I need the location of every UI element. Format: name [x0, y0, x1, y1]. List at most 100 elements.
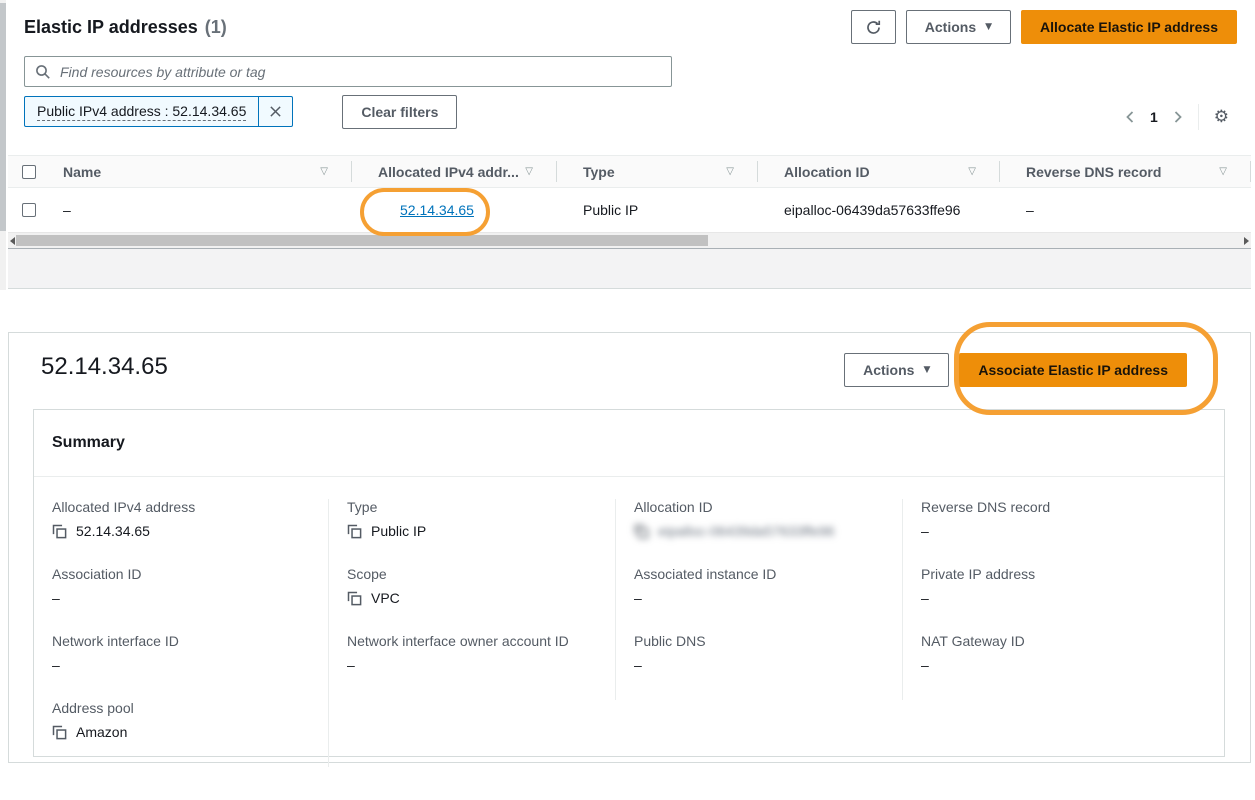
next-page-button[interactable]	[1173, 110, 1183, 124]
detail-title: 52.14.34.65	[41, 353, 168, 381]
detail-header-actions: Actions ▼ Associate Elastic IP address	[844, 353, 1187, 387]
field-label: Allocation ID	[634, 499, 894, 515]
copy-icon[interactable]	[347, 591, 362, 606]
field-value: –	[52, 590, 60, 606]
summary-column-3: Allocation ID eipalloc-06439da57633ffe96…	[616, 499, 903, 700]
search-input[interactable]: Find resources by attribute or tag	[24, 56, 672, 87]
copy-icon[interactable]	[347, 524, 362, 539]
actions-button[interactable]: Actions ▼	[906, 10, 1011, 44]
field-nat-gateway-id: NAT Gateway ID –	[921, 633, 1216, 674]
field-value: VPC	[371, 590, 400, 606]
pagination: 1 ⚙	[1125, 102, 1229, 132]
field-allocated-ipv4: Allocated IPv4 address 52.14.34.65	[52, 499, 320, 540]
summary-heading: Summary	[34, 410, 1224, 477]
chevron-down-icon: ▼	[923, 366, 930, 375]
refresh-button[interactable]	[851, 10, 896, 44]
field-network-interface-id: Network interface ID –	[52, 633, 320, 674]
field-value: –	[921, 523, 929, 539]
chevron-down-icon: ▼	[985, 23, 992, 32]
field-value: –	[52, 657, 60, 673]
previous-page-button[interactable]	[1125, 110, 1135, 124]
filter-row: Public IPv4 address : 52.14.34.65 Clear …	[24, 96, 457, 127]
field-value: –	[347, 657, 355, 673]
column-header-type-label: Type	[583, 164, 615, 180]
column-header-allocation-id[interactable]: Allocation ID ▽	[758, 156, 1000, 187]
associate-elastic-ip-button[interactable]: Associate Elastic IP address	[959, 353, 1187, 387]
filter-token-label: Public IPv4 address : 52.14.34.65	[25, 97, 258, 126]
elastic-ip-table: Name ▽ Allocated IPv4 addr... ▽ Type ▽ A…	[8, 155, 1251, 289]
field-network-interface-owner: Network interface owner account ID –	[347, 633, 607, 674]
scroll-left-arrow[interactable]	[10, 237, 15, 245]
horizontal-scrollbar-thumb[interactable]	[16, 235, 708, 246]
page: Elastic IP addresses (1) Actions ▼	[0, 0, 1255, 800]
field-private-ip: Private IP address –	[921, 566, 1216, 607]
field-value: 52.14.34.65	[76, 523, 150, 539]
field-label: Address pool	[52, 700, 320, 716]
horizontal-scrollbar[interactable]	[8, 232, 1251, 248]
field-label: Network interface owner account ID	[347, 633, 607, 649]
sort-icon[interactable]: ▽	[1219, 166, 1227, 177]
field-label: Public DNS	[634, 633, 894, 649]
copy-icon[interactable]	[52, 524, 67, 539]
field-scope: Scope VPC	[347, 566, 607, 607]
result-count: (1)	[205, 17, 227, 38]
field-value: –	[921, 657, 929, 673]
field-value: –	[634, 590, 642, 606]
column-header-type[interactable]: Type ▽	[557, 156, 758, 187]
row-checkbox-cell	[8, 188, 55, 232]
row-type-value: Public IP	[583, 202, 638, 218]
field-label: Reverse DNS record	[921, 499, 1216, 515]
field-label: Allocated IPv4 address	[52, 499, 320, 515]
elastic-ip-link[interactable]: 52.14.34.65	[400, 202, 474, 218]
sort-icon[interactable]: ▽	[726, 166, 734, 177]
row-reverse-dns-cell: –	[1000, 188, 1251, 232]
field-address-pool: Address pool Amazon	[52, 700, 320, 741]
refresh-icon	[865, 19, 882, 36]
column-header-name[interactable]: Name ▽	[55, 156, 352, 187]
field-value: Amazon	[76, 724, 127, 740]
table-row[interactable]: – 52.14.34.65 Public IP eipalloc-06439da…	[8, 188, 1251, 232]
field-label: NAT Gateway ID	[921, 633, 1216, 649]
detail-actions-button[interactable]: Actions ▼	[844, 353, 949, 387]
column-header-allocated-ipv4[interactable]: Allocated IPv4 addr... ▽	[352, 156, 557, 187]
row-name-cell: –	[55, 188, 352, 232]
copy-icon[interactable]	[52, 725, 67, 740]
settings-gear-icon[interactable]: ⚙	[1214, 109, 1229, 126]
remove-filter-button[interactable]	[258, 97, 292, 126]
row-name-value: –	[63, 202, 71, 218]
current-page-number[interactable]: 1	[1150, 109, 1158, 125]
vertical-scrollbar[interactable]	[0, 0, 6, 290]
summary-column-1: Allocated IPv4 address 52.14.34.65 Assoc…	[34, 499, 329, 767]
actions-button-label: Actions	[925, 19, 976, 35]
page-title: Elastic IP addresses (1)	[24, 17, 227, 38]
field-association-id: Association ID –	[52, 566, 320, 607]
field-allocation-id: Allocation ID eipalloc-06439da57633ffe96	[634, 499, 894, 540]
vertical-scrollbar-thumb[interactable]	[0, 3, 6, 231]
list-header: Elastic IP addresses (1) Actions ▼	[24, 9, 1237, 45]
filter-token[interactable]: Public IPv4 address : 52.14.34.65	[24, 96, 293, 127]
row-allocation-id-value: eipalloc-06439da57633ffe96	[784, 202, 960, 218]
summary-grid: Allocated IPv4 address 52.14.34.65 Assoc…	[34, 477, 1224, 767]
allocate-elastic-ip-label: Allocate Elastic IP address	[1040, 19, 1218, 35]
row-type-cell: Public IP	[557, 188, 758, 232]
sort-icon[interactable]: ▽	[320, 166, 328, 177]
field-label: Scope	[347, 566, 607, 582]
field-label: Associated instance ID	[634, 566, 894, 582]
allocate-elastic-ip-button[interactable]: Allocate Elastic IP address	[1021, 10, 1237, 44]
elastic-ip-list-panel: Elastic IP addresses (1) Actions ▼	[8, 0, 1251, 289]
row-allocation-id-cell: eipalloc-06439da57633ffe96	[758, 188, 1000, 232]
detail-actions-label: Actions	[863, 362, 914, 378]
search-icon	[35, 64, 51, 80]
column-header-reverse-dns[interactable]: Reverse DNS record ▽	[1000, 156, 1251, 187]
copy-icon[interactable]	[634, 524, 649, 539]
field-label: Association ID	[52, 566, 320, 582]
field-value: –	[921, 590, 929, 606]
sort-icon[interactable]: ▽	[968, 166, 976, 177]
summary-column-4: Reverse DNS record – Private IP address …	[903, 499, 1224, 700]
row-checkbox[interactable]	[22, 203, 36, 217]
select-all-checkbox[interactable]	[22, 165, 36, 179]
sort-icon[interactable]: ▽	[525, 166, 533, 177]
list-header-actions: Actions ▼ Allocate Elastic IP address	[851, 10, 1237, 44]
clear-filters-button[interactable]: Clear filters	[342, 95, 457, 129]
scroll-right-arrow[interactable]	[1244, 237, 1249, 245]
